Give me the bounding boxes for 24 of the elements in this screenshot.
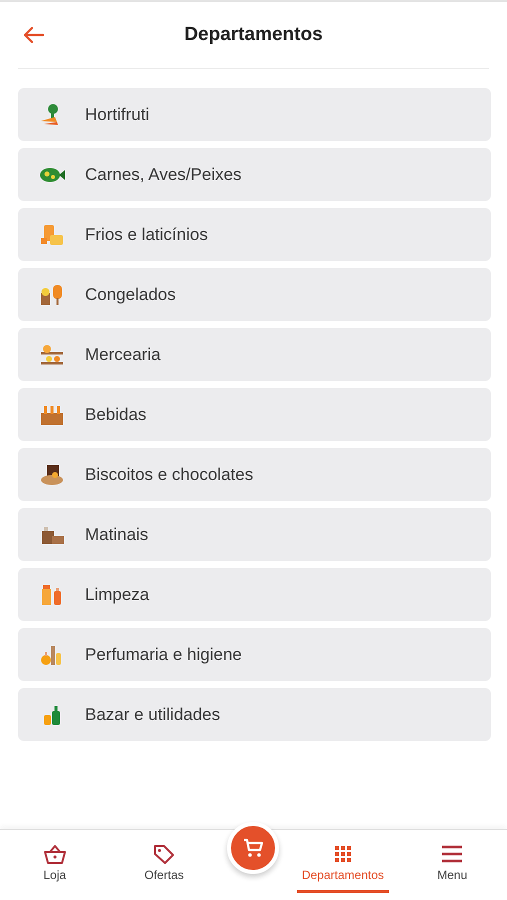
tag-icon xyxy=(152,843,176,865)
department-item[interactable]: Biscoitos e chocolates xyxy=(18,448,491,501)
chocolate-icon xyxy=(38,462,66,486)
nav-tab[interactable]: Departamentos xyxy=(296,837,389,893)
department-item[interactable]: Mercearia xyxy=(18,328,491,381)
department-item[interactable]: Frios e laticínios xyxy=(18,208,491,261)
basket-icon xyxy=(42,843,67,865)
menu-icon xyxy=(440,843,464,865)
nav-tab[interactable]: Menu xyxy=(406,837,498,893)
cart-icon xyxy=(241,836,266,860)
department-item[interactable]: Carnes, Aves/Peixes xyxy=(18,148,491,201)
department-item[interactable]: Bebidas xyxy=(18,388,491,441)
page-title: Departamentos xyxy=(184,24,323,46)
nav-tab[interactable]: Ofertas xyxy=(118,837,210,893)
department-item[interactable]: Perfumaria e higiene xyxy=(18,628,491,681)
department-item[interactable]: Congelados xyxy=(18,268,491,321)
shelf-icon xyxy=(38,342,66,366)
department-item[interactable]: Hortifruti xyxy=(18,88,491,141)
department-item[interactable]: Matinais xyxy=(18,508,491,561)
nav-tab[interactable]: Loja xyxy=(8,837,101,893)
cheese-icon xyxy=(38,222,66,246)
back-icon[interactable] xyxy=(22,26,44,44)
department-item[interactable]: Bazar e utilidades xyxy=(18,688,491,741)
department-item[interactable]: Limpeza xyxy=(18,568,491,621)
